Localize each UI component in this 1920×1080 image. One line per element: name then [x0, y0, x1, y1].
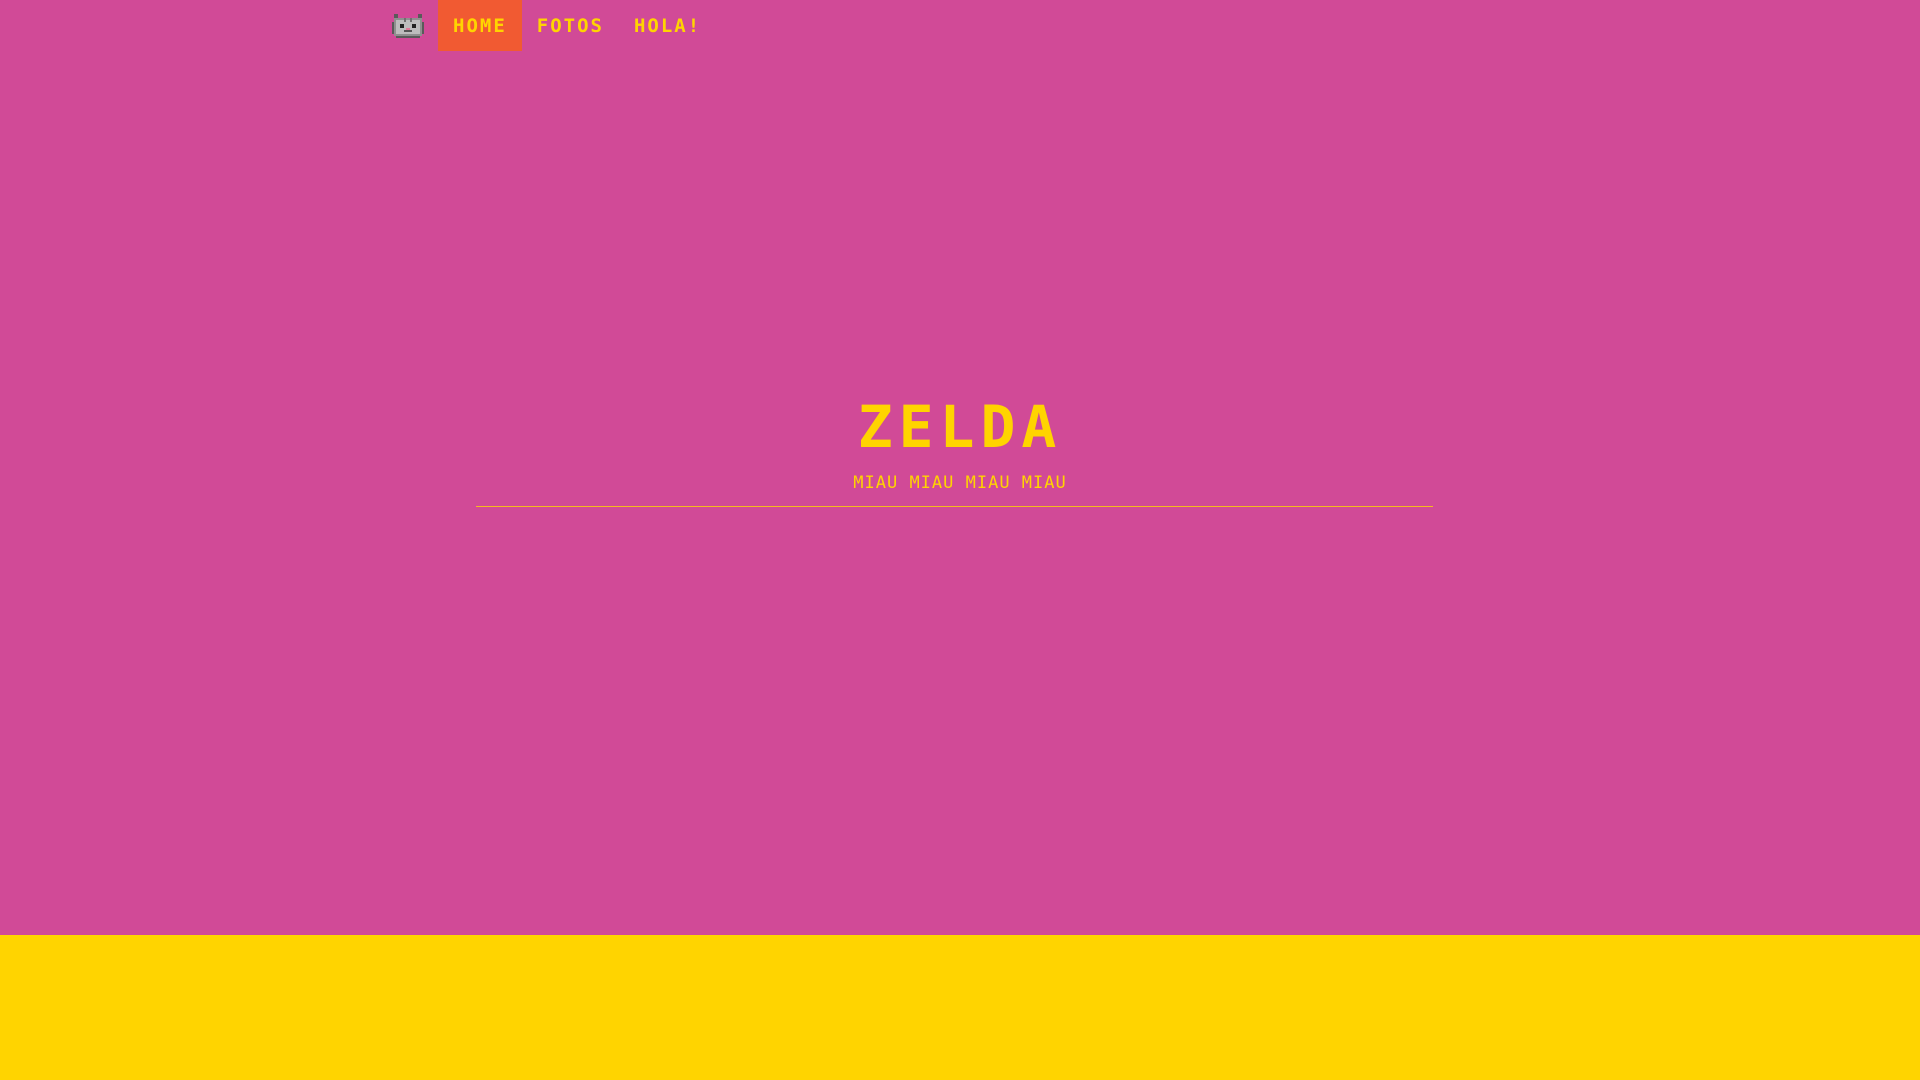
- nav-fotos[interactable]: FOTOS: [522, 0, 619, 51]
- page-title: ZELDA: [857, 393, 1063, 461]
- top-navbar: HOME FOTOS HOLA!: [378, 0, 716, 51]
- cat-icon: [392, 13, 424, 38]
- page-subtitle: MIAU MIAU MIAU MIAU: [853, 473, 1067, 493]
- nav-hola[interactable]: HOLA!: [619, 0, 716, 51]
- nav-home[interactable]: HOME: [438, 0, 522, 51]
- page: HOME FOTOS HOLA! ZELDA MIAU MIAU MIAU MI…: [0, 0, 1920, 1080]
- hero-divider: [476, 506, 1433, 507]
- hero-section: ZELDA MIAU MIAU MIAU MIAU: [0, 395, 1920, 493]
- footer: [0, 935, 1920, 1080]
- brand-logo[interactable]: [378, 0, 438, 51]
